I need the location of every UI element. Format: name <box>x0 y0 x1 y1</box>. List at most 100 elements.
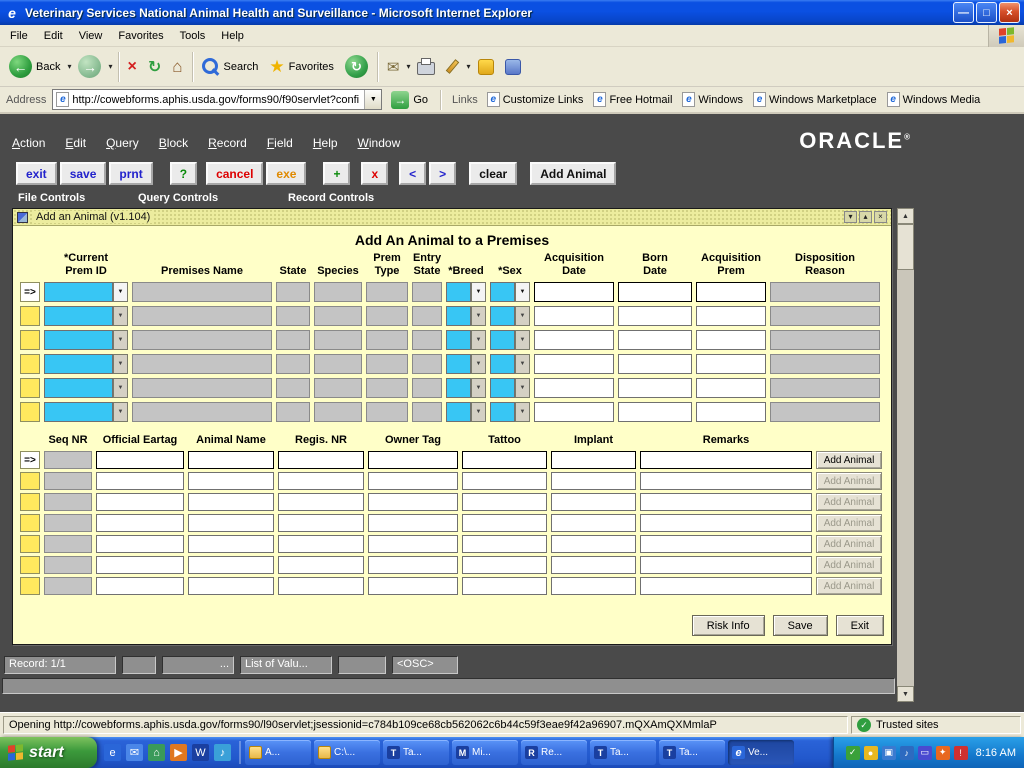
remarks-field[interactable] <box>640 535 812 553</box>
windows-update-icon[interactable]: ● <box>864 746 878 760</box>
regis-nr-field[interactable] <box>278 577 364 595</box>
born-date-field[interactable] <box>618 282 692 302</box>
sex-field[interactable] <box>490 378 515 398</box>
oracle-item-button[interactable]: > <box>429 162 456 185</box>
sex-field[interactable] <box>490 354 515 374</box>
sex-field[interactable] <box>490 306 515 326</box>
scroll-up-icon[interactable]: ▲ <box>897 208 914 224</box>
mail-dropdown-icon[interactable]: ▾ <box>405 62 411 71</box>
regis-nr-field[interactable] <box>278 556 364 574</box>
acquisition-prem-field[interactable] <box>696 402 766 422</box>
tattoo-field[interactable] <box>462 556 547 574</box>
sex-dropdown-icon[interactable]: ▼ <box>515 402 530 422</box>
official-eartag-field[interactable] <box>96 451 184 469</box>
task-button-6[interactable]: TTa... <box>659 740 725 765</box>
current-prem-id-dropdown-icon[interactable]: ▼ <box>113 402 128 422</box>
alert-icon[interactable]: ! <box>954 746 968 760</box>
current-prem-id-field[interactable] <box>44 306 113 326</box>
current-prem-id-dropdown-icon[interactable]: ▼ <box>113 306 128 326</box>
animal-name-field[interactable] <box>188 577 274 595</box>
oracle-add-animal-button[interactable]: Add Animal <box>530 162 616 185</box>
implant-field[interactable] <box>551 535 636 553</box>
vertical-scrollbar[interactable]: ▲ ▼ <box>897 208 914 702</box>
acquisition-date-field[interactable] <box>534 402 614 422</box>
task-button-1[interactable]: C:\... <box>314 740 380 765</box>
current-prem-id-dropdown-icon[interactable]: ▼ <box>113 282 128 302</box>
breed-dropdown-icon[interactable]: ▼ <box>471 330 486 350</box>
current-prem-id-field[interactable] <box>44 402 113 422</box>
security-center-icon[interactable]: ✓ <box>846 746 860 760</box>
close-icon[interactable]: × <box>999 2 1020 23</box>
media-player-icon[interactable]: ▶ <box>170 744 187 761</box>
sex-dropdown-icon[interactable]: ▼ <box>515 306 530 326</box>
back-dropdown-icon[interactable]: ▾ <box>66 62 72 71</box>
regis-nr-field[interactable] <box>278 514 364 532</box>
breed-field[interactable] <box>446 402 471 422</box>
messenger-icon[interactable]: ✦ <box>936 746 950 760</box>
remarks-field[interactable] <box>640 451 812 469</box>
sex-dropdown-icon[interactable]: ▼ <box>515 378 530 398</box>
regis-nr-field[interactable] <box>278 535 364 553</box>
msn-icon[interactable]: ♪ <box>214 744 231 761</box>
current-prem-id-field[interactable] <box>44 378 113 398</box>
current-prem-id-dropdown-icon[interactable]: ▼ <box>113 330 128 350</box>
print-button[interactable] <box>412 50 440 84</box>
regis-nr-field[interactable] <box>278 451 364 469</box>
breed-dropdown-icon[interactable]: ▼ <box>471 282 486 302</box>
acquisition-date-field[interactable] <box>534 306 614 326</box>
owner-tag-field[interactable] <box>368 493 458 511</box>
word-icon[interactable]: W <box>192 744 209 761</box>
oracle-menu-action[interactable]: Action <box>12 136 45 150</box>
menu-favorites[interactable]: Favorites <box>110 27 171 45</box>
official-eartag-field[interactable] <box>96 493 184 511</box>
implant-field[interactable] <box>551 577 636 595</box>
sex-field[interactable] <box>490 402 515 422</box>
oracle-item-button[interactable]: < <box>399 162 426 185</box>
tattoo-field[interactable] <box>462 493 547 511</box>
owner-tag-field[interactable] <box>368 472 458 490</box>
implant-field[interactable] <box>551 493 636 511</box>
sex-dropdown-icon[interactable]: ▼ <box>515 330 530 350</box>
current-prem-id-dropdown-icon[interactable]: ▼ <box>113 354 128 374</box>
remarks-field[interactable] <box>640 493 812 511</box>
current-prem-id-dropdown-icon[interactable]: ▼ <box>113 378 128 398</box>
oracle-exe-button[interactable]: exe <box>266 162 306 185</box>
minimize-icon[interactable]: — <box>953 2 974 23</box>
add-animal-row-button[interactable]: Add Animal <box>816 451 882 469</box>
acquisition-prem-field[interactable] <box>696 354 766 374</box>
link-customize-links[interactable]: eCustomize Links <box>482 92 589 107</box>
breed-field[interactable] <box>446 282 471 302</box>
discuss-button[interactable] <box>500 50 526 84</box>
menu-help[interactable]: Help <box>213 27 252 45</box>
tattoo-field[interactable] <box>462 577 547 595</box>
remarks-field[interactable] <box>640 577 812 595</box>
breed-field[interactable] <box>446 354 471 374</box>
oracle-menu-edit[interactable]: Edit <box>65 136 86 150</box>
show-desktop-icon[interactable]: ⌂ <box>148 744 165 761</box>
owner-tag-field[interactable] <box>368 451 458 469</box>
form-close-icon[interactable]: × <box>874 211 887 223</box>
official-eartag-field[interactable] <box>96 535 184 553</box>
breed-field[interactable] <box>446 330 471 350</box>
owner-tag-field[interactable] <box>368 535 458 553</box>
born-date-field[interactable] <box>618 330 692 350</box>
scroll-down-icon[interactable]: ▼ <box>897 686 914 702</box>
volume-icon[interactable]: ♪ <box>900 746 914 760</box>
stop-button[interactable]: × <box>123 50 142 84</box>
outlook-express-icon[interactable]: ✉ <box>126 744 143 761</box>
exit-button[interactable]: Exit <box>836 615 884 636</box>
oracle-menu-record[interactable]: Record <box>208 136 247 150</box>
implant-field[interactable] <box>551 451 636 469</box>
menu-view[interactable]: View <box>71 27 111 45</box>
task-button-4[interactable]: RRe... <box>521 740 587 765</box>
link-windows[interactable]: eWindows <box>677 92 748 107</box>
born-date-field[interactable] <box>618 402 692 422</box>
risk-info-button[interactable]: Risk Info <box>692 615 765 636</box>
remarks-field[interactable] <box>640 472 812 490</box>
oracle-menu-block[interactable]: Block <box>159 136 188 150</box>
form-titlebar[interactable]: Add an Animal (v1.104) ▾ ▴ × <box>13 209 891 226</box>
link-windows-marketplace[interactable]: eWindows Marketplace <box>748 92 882 107</box>
owner-tag-field[interactable] <box>368 577 458 595</box>
animal-name-field[interactable] <box>188 451 274 469</box>
current-prem-id-field[interactable] <box>44 282 113 302</box>
